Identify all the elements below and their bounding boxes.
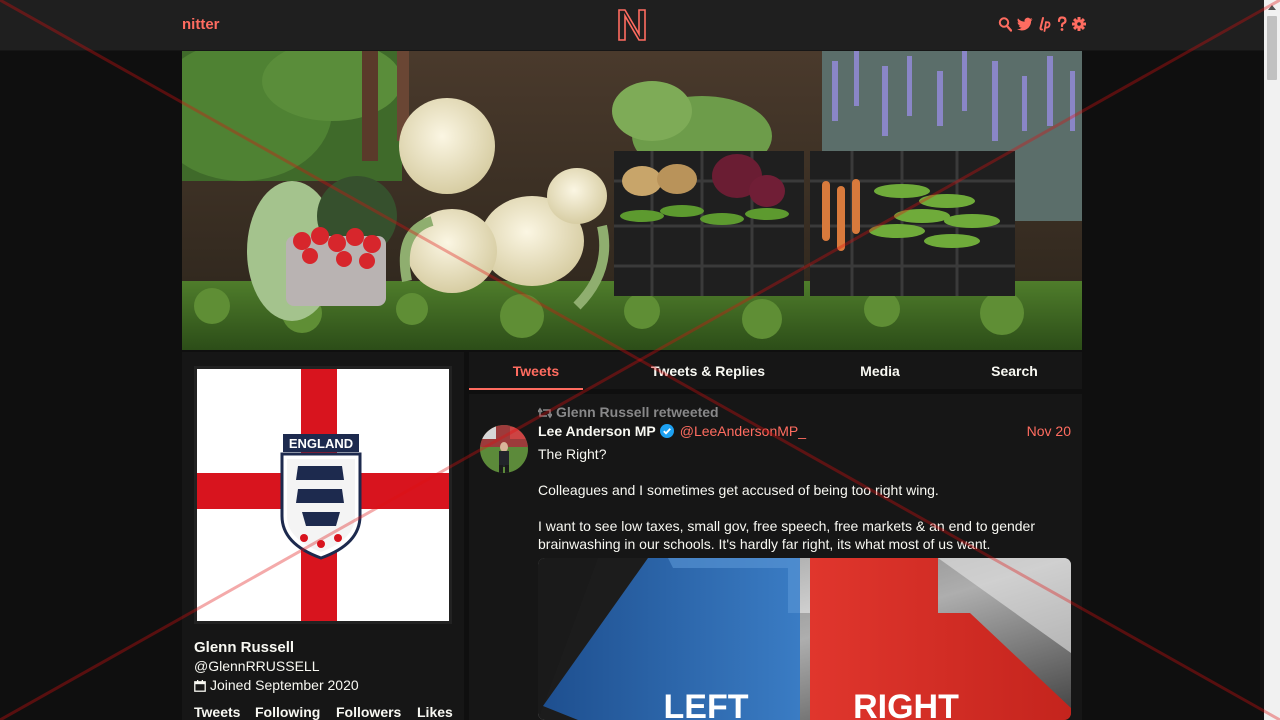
retweet-icon [537, 406, 553, 419]
profile-fullname[interactable]: Glenn Russell [194, 639, 294, 656]
stat-likes-label[interactable]: Likes [417, 704, 453, 720]
tweet-author-name[interactable]: Lee Anderson MP [538, 423, 656, 439]
timeline-tabs: Tweets Tweets & Replies Media Search [469, 352, 1082, 390]
tweet-avatar[interactable] [480, 425, 528, 473]
stat-tweets-label[interactable]: Tweets [194, 704, 255, 720]
media-left-label: LEFT [664, 688, 749, 720]
profile-avatar[interactable]: ENGLAND [194, 366, 452, 624]
avatar-badge-text: ENGLAND [289, 436, 353, 451]
retweet-header: Glenn Russell retweeted [537, 404, 719, 420]
profile-banner[interactable] [182, 51, 1082, 350]
tweet-header: Lee Anderson MP @LeeAndersonMP_ [538, 423, 806, 439]
stat-followers-label[interactable]: Followers [336, 704, 417, 720]
tweet-date[interactable]: Nov 20 [1027, 423, 1071, 439]
verified-badge-icon [659, 424, 674, 438]
media-right-label: RIGHT [853, 688, 959, 720]
tweet-author-username[interactable]: @LeeAndersonMP_ [680, 423, 806, 439]
tab-search[interactable]: Search [947, 352, 1082, 389]
profile-username[interactable]: @GlennRRUSSELL [194, 658, 320, 674]
nav-icon-bar [998, 16, 1086, 32]
calendar-icon [194, 679, 206, 692]
profile-joined-date: Joined September 2020 [194, 677, 359, 693]
tweet-content: The Right? Colleagues and I sometimes ge… [538, 445, 1072, 553]
scroll-up-arrow-icon[interactable] [1268, 5, 1276, 10]
nitter-logo[interactable] [616, 8, 648, 42]
joined-text: Joined September 2020 [210, 677, 359, 693]
twitter-bird-icon[interactable] [1017, 16, 1033, 32]
tab-tweets-and-replies[interactable]: Tweets & Replies [603, 352, 813, 389]
tab-media[interactable]: Media [813, 352, 947, 389]
page-scrollbar[interactable] [1264, 0, 1280, 720]
gear-icon[interactable] [1072, 16, 1086, 32]
tweet-paragraph: Colleagues and I sometimes get accused o… [538, 482, 939, 498]
tweet-paragraph: The Right? [538, 446, 607, 462]
profile-card: ENGLAND Glenn Russell @GlennRRUSSELL Joi… [182, 352, 464, 720]
search-icon[interactable] [998, 16, 1012, 32]
scrollbar-thumb[interactable] [1267, 16, 1277, 80]
tweet-paragraph: I want to see low taxes, small gov, free… [538, 518, 1035, 552]
liberapay-icon[interactable] [1038, 16, 1052, 32]
stat-following-label[interactable]: Following [255, 704, 336, 720]
profile-stats: Tweets Following Followers Likes [194, 704, 453, 720]
tab-tweets[interactable]: Tweets [469, 352, 603, 390]
tweet-media-image[interactable]: LEFT RIGHT [538, 558, 1071, 720]
help-icon[interactable] [1057, 16, 1067, 32]
retweet-header-text[interactable]: Glenn Russell retweeted [556, 404, 719, 420]
navbar: nitter [0, 0, 1264, 51]
brand-link[interactable]: nitter [182, 16, 220, 33]
timeline: Glenn Russell retweeted Lee Anderson MP … [469, 394, 1082, 720]
